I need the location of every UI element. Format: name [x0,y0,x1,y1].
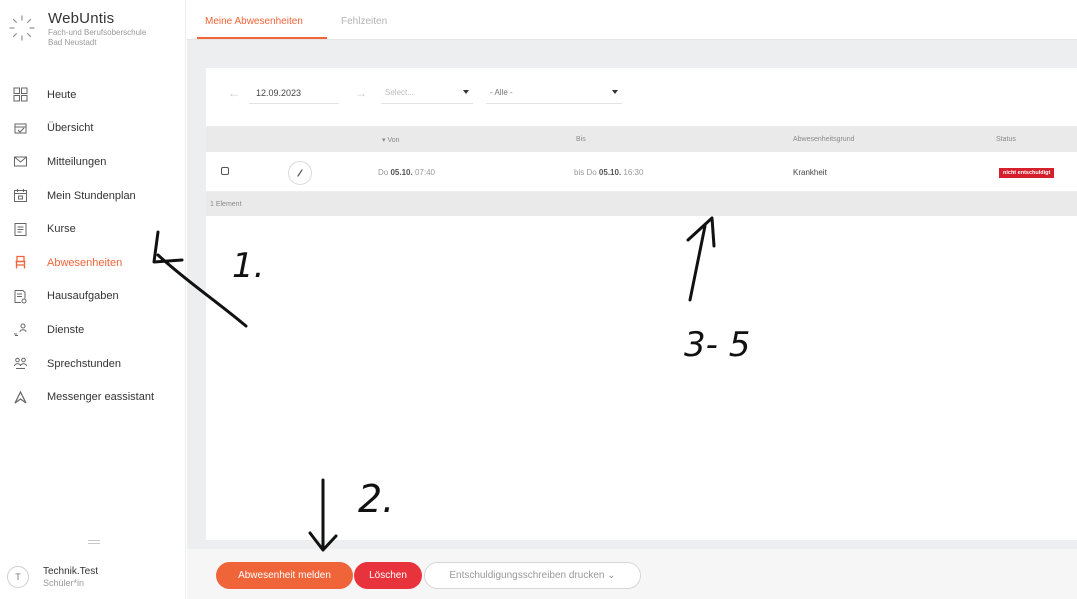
main-content: Meine Abwesenheiten Fehlzeiten ← 12.09.2… [187,0,1077,599]
sidebar-collapse-handle[interactable] [88,540,100,546]
cell-bis: bis Do 05.10. 16:30 [574,168,643,177]
bis-prefix: bis Do [574,168,597,177]
von-date: 05.10. [390,168,413,177]
nav-item-abwesenheiten[interactable]: Abwesenheiten [0,246,186,280]
courses-icon [12,221,28,237]
mail-icon [12,154,28,170]
brand[interactable]: WebUntis Fach-und Berufsoberschule Bad N… [8,10,146,47]
select-alle-value: - Alle - [490,88,513,97]
overview-icon [12,120,28,136]
table-row[interactable]: Do 05.10. 07:40 bis Do 05.10. 16:30 Kran… [206,152,1077,192]
nav-item-mitteilungen[interactable]: Mitteilungen [0,145,186,179]
bis-time: 16:30 [623,168,644,177]
absence-type-select[interactable]: Select... [381,80,473,104]
tab-meine-abwesenheiten[interactable]: Meine Abwesenheiten [205,16,303,27]
user-profile[interactable]: T Technik.Test Schüler*in [7,566,98,588]
table-footer-count: 1 Element [206,192,1077,216]
prev-date-arrow-icon[interactable]: ← [228,86,240,100]
absences-card: ← 12.09.2023 → Select... - Alle - ▾ Von … [206,68,1077,540]
report-absence-button[interactable]: Abwesenheit melden [216,562,353,589]
active-tab-indicator [197,37,327,39]
nav-item-heute[interactable]: Heute [0,78,186,112]
row-checkbox[interactable] [221,167,229,175]
dashboard-icon [12,87,28,103]
column-header-bis[interactable]: Bis [576,136,586,143]
filter-alle-select[interactable]: - Alle - [486,80,622,104]
nav-label-dienste: Dienste [47,323,85,336]
edit-button[interactable] [288,161,312,185]
school-name-line1: Fach-und Berufsoberschule [48,28,147,37]
cell-abwesenheitsgrund: Krankheit [793,168,827,177]
avatar: T [7,566,29,588]
von-time: 07:40 [414,168,435,177]
nav-item-sprechstunden[interactable]: Sprechstunden [0,347,186,381]
nav-item-stundenplan[interactable]: Mein Stundenplan [0,179,186,213]
status-badge: nicht entschuldigt [999,168,1055,178]
bis-date: 05.10. [598,168,622,177]
nav-item-kurse[interactable]: Kurse [0,212,186,246]
nav-label-heute: Heute [47,88,77,101]
date-input[interactable]: 12.09.2023 [249,80,339,104]
chevron-down-icon [612,90,618,94]
nav-label-mitteilungen: Mitteilungen [47,155,107,168]
app-title: WebUntis [48,10,115,27]
calendar-icon [12,188,28,204]
table-header: ▾ Von Bis Abwesenheitsgrund Status [206,126,1077,152]
print-excuse-dropdown-button[interactable]: Entschuldigungsschreiben drucken ⌄ [424,562,641,589]
chevron-down-icon [463,90,469,94]
school-name-line2: Bad Neustadt [48,38,97,47]
nav-label-hausaufgaben: Hausaufgaben [47,290,119,303]
user-name: Technik.Test [43,566,99,577]
nav-label-sprechstunden: Sprechstunden [47,357,121,370]
absence-icon [12,255,28,271]
nav-item-messenger[interactable]: Messenger eassistant [0,380,186,414]
nav-label-stundenplan: Mein Stundenplan [47,189,136,202]
office-hours-icon [12,356,28,372]
main-nav: Heute Übersicht Mitteilungen Mein Stunde… [0,78,186,414]
next-date-arrow-icon[interactable]: → [355,86,367,100]
nav-label-kurse: Kurse [47,223,76,236]
nav-label-messenger: Messenger eassistant [47,391,154,404]
nav-item-hausaufgaben[interactable]: Hausaufgaben [0,280,186,314]
column-header-grund[interactable]: Abwesenheitsgrund [793,136,855,143]
user-role: Schüler*in [43,578,85,588]
tab-bar: Meine Abwesenheiten Fehlzeiten [187,0,1077,40]
delete-button[interactable]: Löschen [354,562,422,589]
action-bar: Abwesenheit melden Löschen Entschuldigun… [187,549,1077,599]
homework-icon [12,288,28,304]
pencil-icon [297,169,303,177]
column-header-von[interactable]: ▾ Von [382,136,400,144]
column-header-status[interactable]: Status [996,136,1016,143]
duties-icon [12,322,28,338]
webuntis-logo-icon [9,15,35,41]
nav-item-dienste[interactable]: Dienste [0,313,186,347]
nav-item-uebersicht[interactable]: Übersicht [0,112,186,146]
filter-bar: ← 12.09.2023 → Select... - Alle - [206,68,1077,118]
cell-von: Do 05.10. 07:40 [378,168,435,177]
nav-label-uebersicht: Übersicht [47,122,94,135]
tab-fehlzeiten[interactable]: Fehlzeiten [341,16,387,27]
nav-label-abwesenheiten: Abwesenheiten [47,256,123,269]
messenger-icon [12,389,28,405]
select-placeholder: Select... [385,88,414,97]
von-day: Do [378,168,389,177]
sidebar: WebUntis Fach-und Berufsoberschule Bad N… [0,0,186,599]
